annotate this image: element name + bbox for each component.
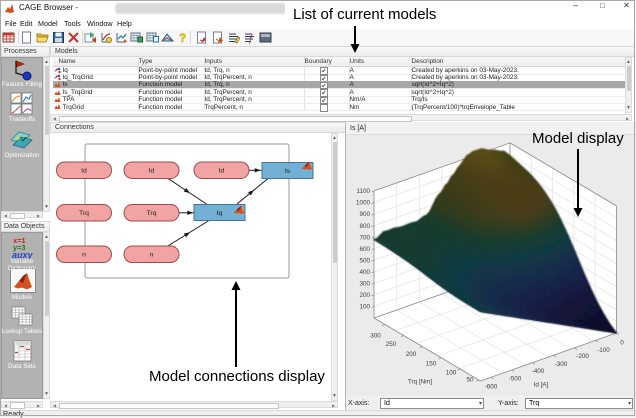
svg-text:200: 200 <box>359 292 370 299</box>
svg-text:-200: -200 <box>576 353 589 360</box>
svg-text:100: 100 <box>446 370 457 377</box>
svg-text:-300: -300 <box>555 361 568 368</box>
svg-text:0: 0 <box>620 340 624 347</box>
svg-text:Id: Id <box>81 168 87 175</box>
svg-text:n: n <box>82 252 86 259</box>
svg-text:Iq: Iq <box>217 210 223 217</box>
svg-text:Id [A]: Id [A] <box>534 382 549 389</box>
svg-text:200: 200 <box>406 351 417 358</box>
svg-text:n: n <box>150 252 154 259</box>
svg-text:-500: -500 <box>509 376 522 383</box>
svg-text:Trq: Trq <box>79 210 89 217</box>
svg-text:800: 800 <box>359 223 370 230</box>
svg-text:1000: 1000 <box>356 200 371 207</box>
svg-text:Is: Is <box>285 168 291 175</box>
svg-text:Trq [Nm]: Trq [Nm] <box>408 379 433 386</box>
svg-text:250: 250 <box>386 341 397 348</box>
svg-text:150: 150 <box>426 361 437 368</box>
svg-text:-400: -400 <box>532 368 545 375</box>
svg-text:-100: -100 <box>597 347 610 354</box>
svg-text:1100: 1100 <box>356 188 370 195</box>
svg-text:300: 300 <box>370 333 381 340</box>
svg-text:900: 900 <box>359 211 370 218</box>
svg-text:500: 500 <box>359 258 370 265</box>
svg-text:Id: Id <box>149 168 155 175</box>
svg-text:Trq: Trq <box>147 210 157 217</box>
svg-text:400: 400 <box>359 269 370 276</box>
svg-text:700: 700 <box>359 234 370 241</box>
svg-text:50: 50 <box>466 377 474 384</box>
svg-text:600: 600 <box>359 246 370 253</box>
svg-text:Id: Id <box>219 168 225 175</box>
svg-text:100: 100 <box>359 304 370 311</box>
svg-text:-600: -600 <box>485 384 498 391</box>
svg-text:?: ? <box>179 31 186 44</box>
svg-text:300: 300 <box>359 281 370 288</box>
